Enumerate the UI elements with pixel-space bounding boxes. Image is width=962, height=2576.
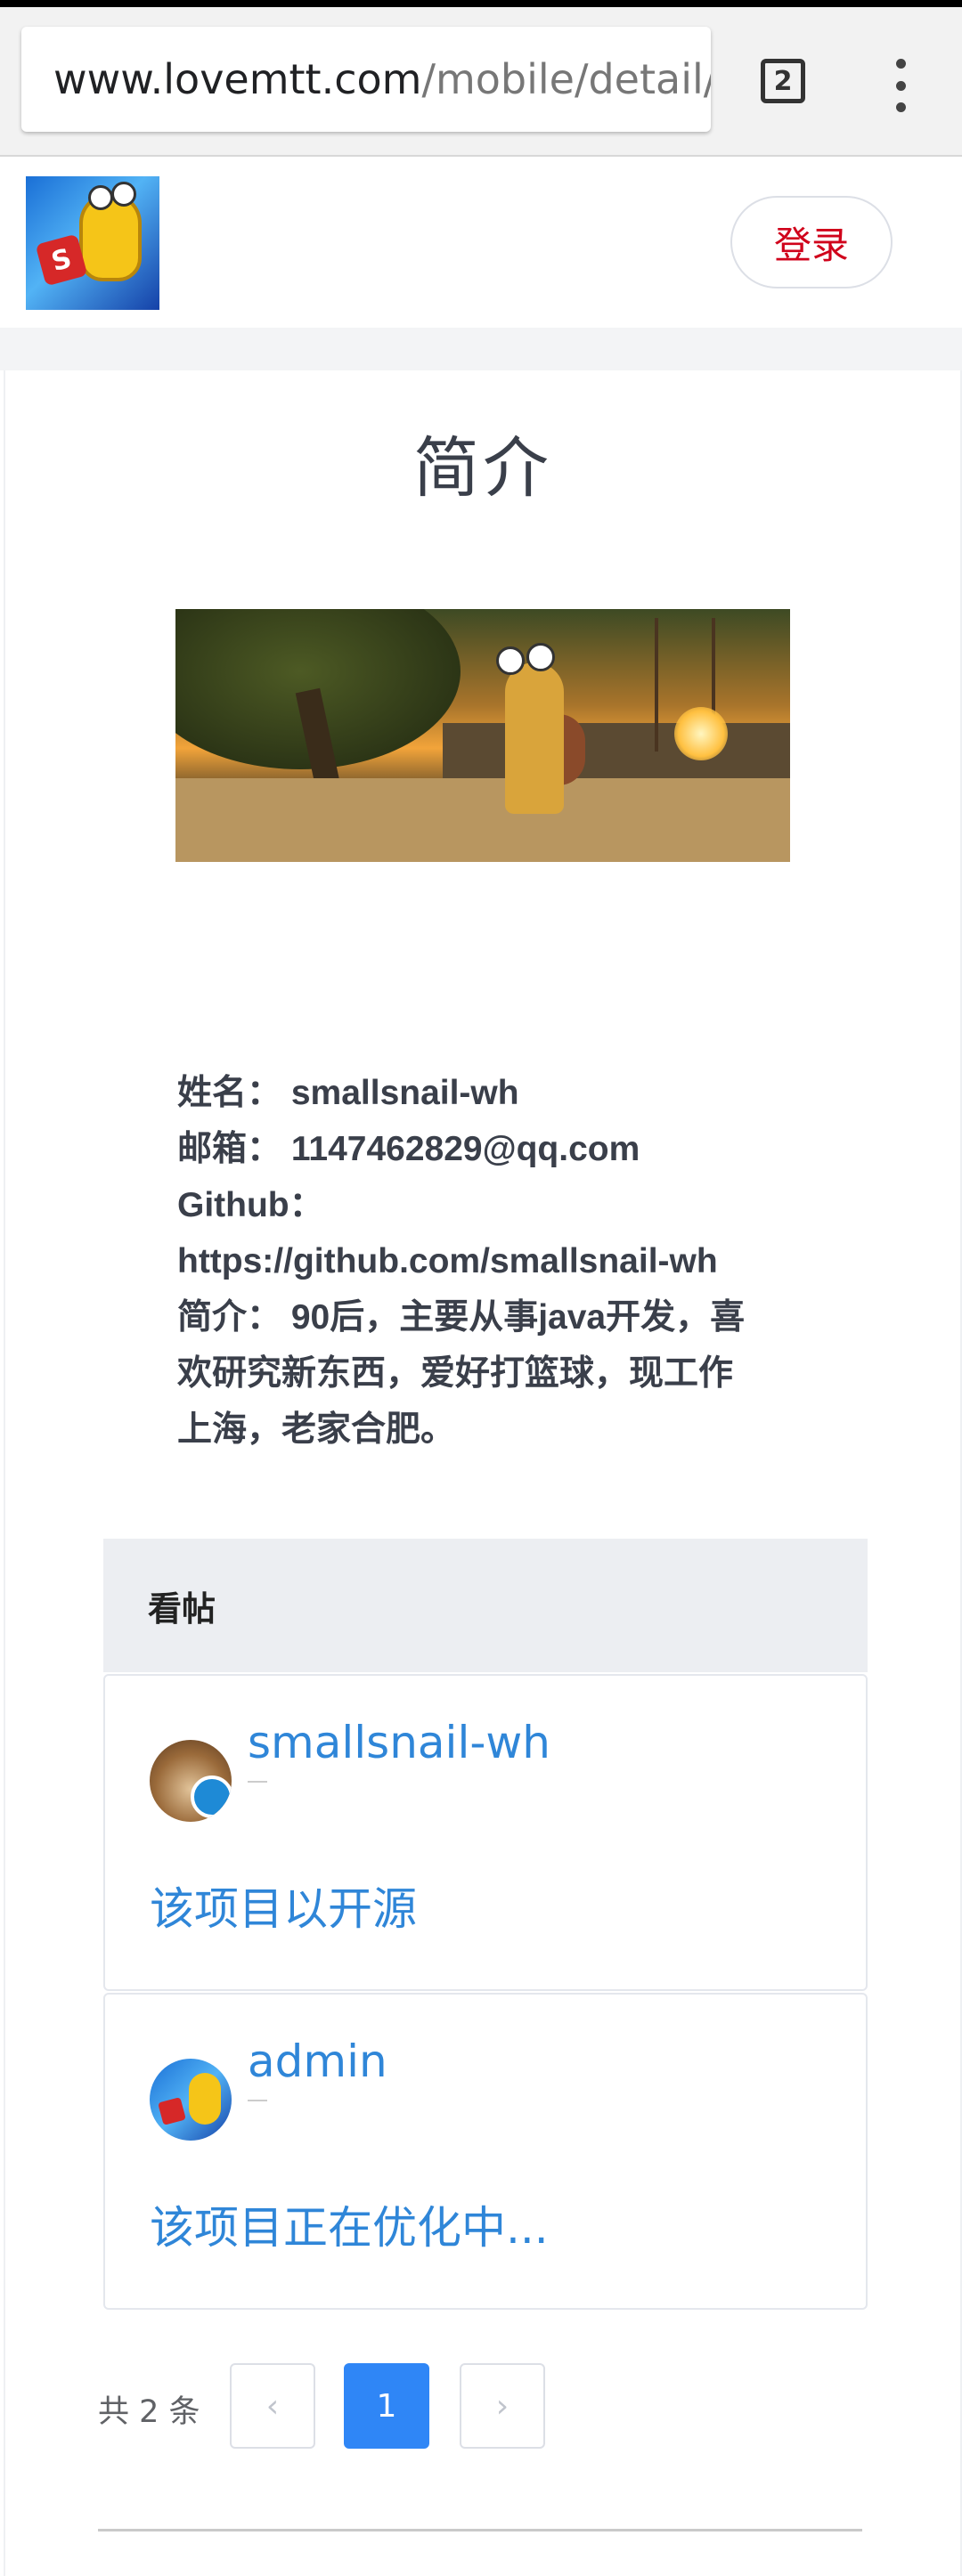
posts-header: 看帖: [103, 1539, 868, 1672]
page-title: 简介: [413, 430, 552, 507]
pagination: 共 2 条 ‹ 1 ›: [98, 2363, 864, 2449]
hero-image: [175, 609, 790, 862]
bio-intro-line-3: 上海，老家合肥。: [177, 1410, 456, 1449]
prev-page-button[interactable]: ‹: [230, 2363, 315, 2449]
bio-github-url: https://github.com/smallsnail-wh: [177, 1242, 718, 1280]
browser-menu-icon[interactable]: [887, 59, 914, 112]
bio-intro-line-2: 欢研究新东西，爱好打篮球，现工作: [177, 1354, 734, 1393]
post-author[interactable]: admin: [248, 2036, 387, 2087]
bio-github-label: Github：: [177, 1186, 324, 1224]
url-text: www.lovemtt.com/mobile/detail/: [53, 57, 711, 102]
footer-divider: [98, 2529, 862, 2531]
bio-email: 邮箱： 1147462829@qq.com: [177, 1130, 640, 1168]
page-1-button[interactable]: 1: [344, 2363, 429, 2449]
status-bar: [0, 0, 962, 7]
avatar: [150, 1740, 232, 1822]
post-meta: [248, 1781, 267, 1783]
avatar: [150, 2059, 232, 2141]
post-title[interactable]: 该项目以开源: [150, 1873, 417, 1938]
post-card[interactable]: admin 该项目正在优化中...: [103, 1993, 868, 2310]
profile-bio: 姓名： smallsnail-wh 邮箱： 1147462829@qq.com …: [177, 1065, 819, 1458]
site-header: S 登录: [0, 157, 962, 328]
url-path: /mobile/detail/: [421, 55, 711, 103]
bio-intro-line-1: 简介： 90后，主要从事java开发，喜: [177, 1298, 746, 1337]
url-host: www.lovemtt.com: [53, 55, 422, 103]
post-card[interactable]: smallsnail-wh 该项目以开源: [103, 1674, 868, 1991]
address-bar[interactable]: www.lovemtt.com/mobile/detail/: [21, 27, 711, 132]
post-author[interactable]: smallsnail-wh: [248, 1717, 550, 1768]
pagination-total: 共 2 条: [98, 2394, 200, 2430]
login-button[interactable]: 登录: [730, 196, 893, 288]
main-content: 简介 姓名： smallsnail-wh 邮箱： 1147462829@qq.c…: [4, 370, 962, 2576]
browser-toolbar: www.lovemtt.com/mobile/detail/ 2: [0, 7, 962, 157]
tab-switcher-button[interactable]: 2: [761, 59, 805, 103]
post-title[interactable]: 该项目正在优化中...: [150, 2192, 549, 2256]
site-logo[interactable]: S: [26, 176, 159, 310]
bio-name: 姓名： smallsnail-wh: [177, 1074, 519, 1112]
header-divider: [0, 328, 962, 370]
next-page-button[interactable]: ›: [460, 2363, 545, 2449]
post-meta: [248, 2100, 267, 2101]
